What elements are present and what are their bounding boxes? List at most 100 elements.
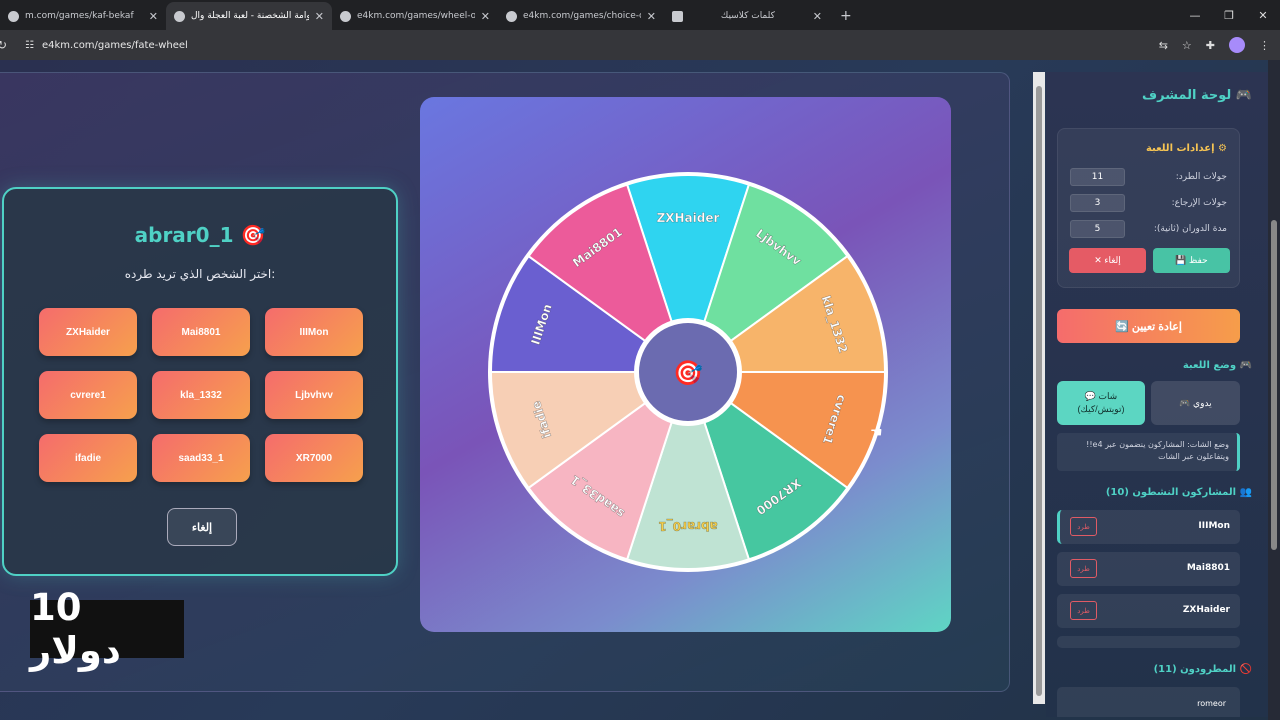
mode-icon: 🎮	[1236, 360, 1252, 371]
tab-title: كلمات كلاسيك	[720, 11, 775, 21]
tab-title: e4km.com/games/wheel-of-fat	[357, 11, 475, 21]
tab-favicon-icon	[672, 10, 683, 22]
wheel-card: ZXHaider Ljbvhvv kla_1332 cvrere1 XR7000 abra…	[420, 97, 951, 632]
kick-rounds-input[interactable]: 11	[1070, 168, 1125, 186]
active-title-text: المشاركون النشطون (10)	[1105, 487, 1237, 498]
participant-row: ZXHaider طرد	[1057, 594, 1240, 628]
chat-mode-button[interactable]: 💬 شات (تويتش/كيك)	[1057, 381, 1145, 425]
save-settings-button[interactable]: 💾 حفظ	[1153, 248, 1230, 273]
mode-title-text: وضع اللعبة	[1182, 360, 1237, 371]
chat-mode-label: شات	[1098, 391, 1118, 401]
browser-tab-bar: m.com/games/kaf-bekaf ✕ دوامة الشخصنة - ل…	[0, 0, 1280, 30]
chat-icon: 💬	[1084, 391, 1099, 401]
close-tab-icon[interactable]: ✕	[647, 10, 656, 23]
url-text[interactable]: e4km.com/games/fate-wheel	[42, 40, 188, 51]
player-button-saad33-1[interactable]: saad33_1	[152, 434, 250, 482]
close-tab-icon[interactable]: ✕	[481, 10, 490, 23]
browser-toolbar: ⇆ ☆ ✚ ⋮	[1159, 30, 1270, 60]
browser-tab[interactable]: كلمات كلاسيك ✕	[664, 2, 830, 30]
close-tab-icon[interactable]: ✕	[315, 10, 324, 23]
close-window-icon[interactable]: ✕	[1246, 9, 1280, 22]
return-rounds-label: جولات الإرجاع:	[1171, 198, 1227, 208]
scrollbar-thumb[interactable]	[1036, 86, 1042, 696]
tab-favicon-icon	[8, 10, 19, 22]
kick-button[interactable]: طرد	[1070, 601, 1097, 620]
modal-title: abrar0_1 🎯	[4, 223, 396, 247]
mode-description: وضع الشات: المشاركون ينضمون عبر e4!! ويت…	[1057, 433, 1240, 471]
translate-icon[interactable]: ⇆	[1159, 39, 1168, 52]
kicked-row: romeor	[1057, 687, 1240, 717]
x-icon: ✕	[1094, 255, 1105, 265]
browser-menu-icon[interactable]: ⋮	[1259, 39, 1270, 52]
minimize-icon[interactable]: —	[1178, 9, 1212, 22]
fate-wheel[interactable]: ZXHaiderLjbvhvvkla_1332cvrere1XR7000abra…	[483, 167, 893, 577]
player-button-kla-1332[interactable]: kla_1332	[152, 371, 250, 419]
browser-tab[interactable]: m.com/games/kaf-bekaf ✕	[0, 2, 166, 30]
admin-panel-title: 🎮 لوحة المشرف	[1142, 88, 1252, 103]
player-button-mai8801[interactable]: Mai8801	[152, 308, 250, 356]
close-tab-icon[interactable]: ✕	[813, 10, 822, 23]
wheel-segment-label: ZXHaider	[657, 211, 720, 225]
tab-favicon-icon	[340, 10, 351, 22]
reset-button[interactable]: 🔄 إعادة تعيين	[1057, 309, 1240, 343]
window-controls: — ❐ ✕	[1178, 0, 1280, 30]
player-button-iiimon[interactable]: IIIMon	[265, 308, 363, 356]
extensions-icon[interactable]: ✚	[1206, 39, 1215, 52]
kick-button[interactable]: طرد	[1070, 517, 1097, 536]
player-button-ifadie[interactable]: ifadie	[39, 434, 137, 482]
player-button-ljbvhvv[interactable]: Ljbvhvv	[265, 371, 363, 419]
tab-favicon-icon	[174, 10, 185, 22]
chat-mode-sublabel: (تويتش/كيك)	[1077, 404, 1125, 414]
admin-icon: 🎮	[1231, 88, 1252, 103]
reset-label: إعادة تعيين	[1131, 320, 1182, 333]
participant-name: IIIMon	[1198, 521, 1230, 531]
kicked-name: romeor	[1197, 699, 1226, 708]
kicked-participants-title: 🚫 المطرودون (11)	[1154, 664, 1252, 675]
close-tab-icon[interactable]: ✕	[149, 10, 158, 23]
target-icon: 🎯	[240, 223, 266, 247]
cancel-label: إلغاء	[1104, 255, 1121, 265]
wheel-segment-label: abrar0_1	[658, 518, 717, 533]
price-overlay: 10 دولار	[30, 586, 184, 672]
tab-favicon-icon	[506, 10, 517, 22]
participant-name: Mai8801	[1186, 563, 1230, 573]
manual-icon: 🎮	[1179, 397, 1194, 408]
player-button-zxhaider[interactable]: ZXHaider	[39, 308, 137, 356]
return-rounds-input[interactable]: 3	[1070, 194, 1125, 212]
active-participants-title: 👥 المشاركون النشطون (10)	[1106, 487, 1252, 498]
manual-mode-button[interactable]: 🎮 يدوي	[1151, 381, 1240, 425]
page-scrollbar[interactable]	[1268, 60, 1280, 720]
browser-tab[interactable]: e4km.com/games/choice-challe ✕	[498, 2, 664, 30]
browser-tab-active[interactable]: دوامة الشخصنة - لعبة العجلة وال ✕	[166, 2, 332, 30]
cancel-settings-button[interactable]: ✕ إلغاء	[1069, 248, 1146, 273]
spin-duration-label: مدة الدوران (ثانية):	[1153, 224, 1227, 234]
player-button-xr7000[interactable]: XR7000	[265, 434, 363, 482]
modal-cancel-button[interactable]: إلغاء	[167, 508, 237, 546]
manual-mode-label: يدوي	[1193, 397, 1212, 408]
mouse-pointer-icon: ☚	[870, 425, 883, 441]
scrollbar-thumb[interactable]	[1271, 220, 1277, 550]
spin-duration-input[interactable]: 5	[1070, 220, 1125, 238]
game-scrollbar[interactable]	[1033, 72, 1045, 704]
new-tab-button[interactable]: +	[840, 2, 852, 30]
browser-tab[interactable]: e4km.com/games/wheel-of-fat ✕	[332, 2, 498, 30]
reload-icon[interactable]: ↻	[0, 38, 15, 52]
address-bar: ↻ ☷ e4km.com/games/fate-wheel ⇆ ☆ ✚ ⋮	[0, 30, 1280, 60]
profile-avatar[interactable]	[1229, 37, 1245, 53]
admin-title-text: لوحة المشرف	[1142, 88, 1232, 103]
settings-title: ⚙ إعدادات اللعبة	[1146, 143, 1227, 154]
restore-icon[interactable]: ❐	[1212, 9, 1246, 22]
settings-title-text: إعدادات اللعبة	[1145, 143, 1215, 154]
game-settings-panel: ⚙ إعدادات اللعبة جولات الطرد: 11 جولات ا…	[1057, 128, 1240, 288]
ban-icon: 🚫	[1236, 664, 1252, 675]
tab-title: دوامة الشخصنة - لعبة العجلة وال	[191, 11, 309, 21]
kick-rounds-label: جولات الطرد:	[1175, 172, 1227, 182]
player-button-cvrere1[interactable]: cvrere1	[39, 371, 137, 419]
gear-icon: ⚙	[1214, 143, 1227, 154]
kick-button[interactable]: طرد	[1070, 559, 1097, 578]
game-mode-title: 🎮 وضع اللعبة	[1183, 360, 1252, 371]
participant-row-partial	[1057, 636, 1240, 648]
admin-sidebar: 🎮 لوحة المشرف ⚙ إعدادات اللعبة جولات الط…	[1046, 72, 1268, 717]
site-info-icon[interactable]: ☷	[25, 40, 34, 51]
bookmark-star-icon[interactable]: ☆	[1182, 39, 1192, 52]
